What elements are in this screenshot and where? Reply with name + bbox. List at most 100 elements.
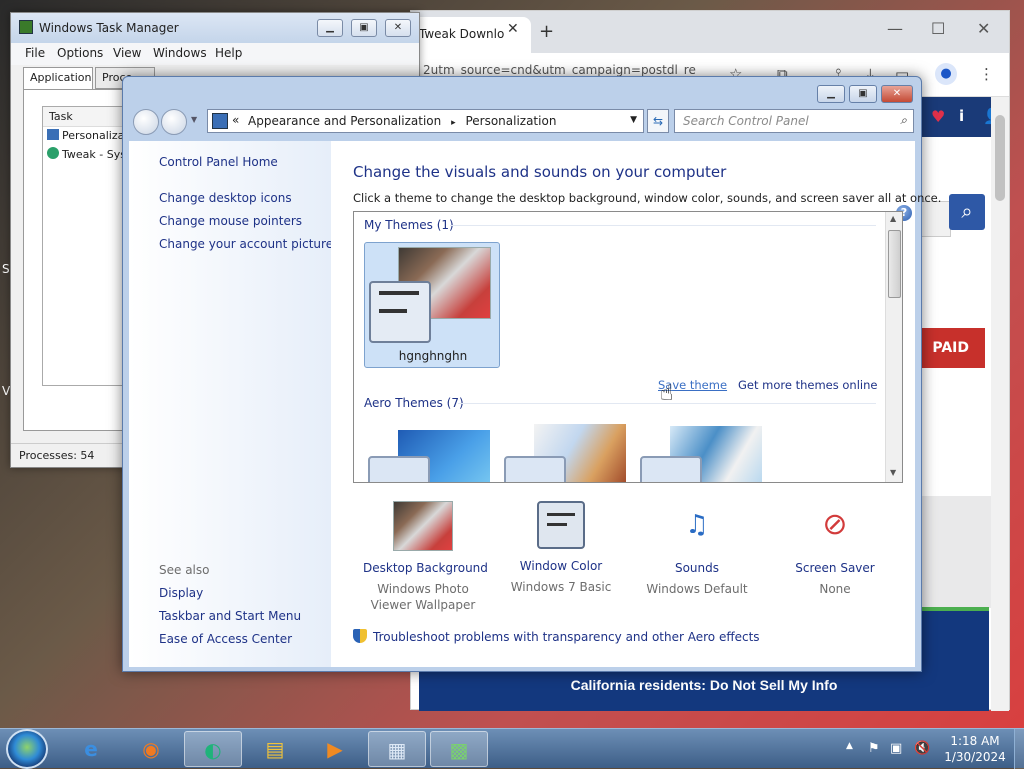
search-icon[interactable]: ⌕ (900, 113, 907, 128)
browser-menu-icon[interactable]: ⋮ (979, 65, 994, 83)
maximize-button[interactable]: ▣ (351, 19, 377, 37)
browser-minimize-button[interactable]: — (887, 19, 903, 38)
browser-maximize-button[interactable]: ☐ (931, 19, 945, 38)
recent-pages-chevron-icon[interactable]: ▼ (191, 115, 197, 124)
change-desktop-icons-link[interactable]: Change desktop icons (159, 191, 292, 205)
back-button[interactable] (133, 109, 159, 135)
desktop-background-link[interactable]: Desktop Background (363, 561, 488, 575)
desktop-background-item[interactable]: Desktop Background Windows Photo Viewer … (363, 501, 488, 613)
theme-window-bar (379, 291, 419, 295)
site-search-input[interactable] (921, 201, 951, 237)
firefox-icon[interactable]: ◉ (122, 731, 180, 767)
task-manager-icon[interactable]: ▩ (430, 731, 488, 767)
menu-windows[interactable]: Windows (153, 46, 207, 60)
main-content: ? Change the visuals and sounds on your … (331, 141, 941, 667)
refresh-button[interactable]: ⇆ (647, 109, 669, 133)
address-bar[interactable]: 2utm_source=cnd&utm_campaign=postdl_re (423, 63, 696, 77)
media-player-icon[interactable]: ▶ (306, 731, 364, 767)
window-color-icon (537, 501, 585, 549)
my-theme-tile[interactable]: hgnghnghn (364, 242, 500, 368)
menu-options[interactable]: Options (57, 46, 103, 60)
explorer-icon[interactable]: ▤ (246, 731, 304, 767)
change-mouse-pointers-link[interactable]: Change mouse pointers (159, 214, 302, 228)
profile-avatar-icon[interactable]: ● (935, 63, 957, 85)
display-link[interactable]: Display (159, 586, 203, 600)
clock[interactable]: 1:18 AM 1/30/2024 (940, 733, 1010, 765)
theme-window-line (379, 309, 407, 313)
scroll-down-icon[interactable]: ▼ (890, 468, 896, 477)
task-manager-icon (19, 20, 33, 34)
aero-theme-characters[interactable] (640, 426, 766, 482)
scroll-up-icon[interactable]: ▲ (890, 214, 896, 223)
breadcrumb-overflow[interactable]: « (232, 113, 239, 127)
address-breadcrumb[interactable]: « Appearance and Personalization ▸ Perso… (207, 109, 644, 133)
minimize-button[interactable]: ▁ (317, 19, 343, 37)
footer-notice: California residents: Do Not Sell My Inf… (419, 677, 989, 693)
maximize-button[interactable]: ▣ (849, 85, 877, 103)
tab-applications[interactable]: Applications (23, 67, 93, 91)
info-icon[interactable]: i (959, 107, 964, 125)
taskbar-start-menu-link[interactable]: Taskbar and Start Menu (159, 609, 301, 623)
start-button[interactable] (6, 729, 48, 769)
menu-file[interactable]: File (25, 46, 45, 60)
search-icon[interactable]: ⌕ (949, 194, 985, 230)
address-dropdown-icon[interactable]: ▼ (630, 115, 637, 125)
menu-help[interactable]: Help (215, 46, 242, 60)
theme-scrollbar-thumb[interactable] (888, 230, 901, 298)
sounds-item[interactable]: ♫ Sounds Windows Default (637, 501, 757, 597)
new-tab-button[interactable]: + (539, 21, 554, 42)
menu-view[interactable]: View (113, 46, 141, 60)
theme-scrollbar[interactable]: ▲ ▼ (885, 212, 902, 482)
aero-themes-heading: Aero Themes (7) (364, 396, 464, 410)
change-account-picture-link[interactable]: Change your account picture (159, 237, 333, 251)
aero-theme-windows7[interactable] (368, 430, 494, 482)
task-manager-title: Windows Task Manager (39, 21, 179, 35)
troubleshoot-link[interactable]: Troubleshoot problems with transparency … (353, 629, 760, 644)
page-subtitle: Click a theme to change the desktop back… (353, 191, 942, 205)
browser-tab-title: Tweak Downlo (419, 27, 505, 41)
tab-close-icon[interactable]: ✕ (507, 21, 519, 37)
browser-close-button[interactable]: ✕ (977, 19, 990, 38)
browser-scrollbar-thumb[interactable] (995, 115, 1005, 201)
do-not-sell-link[interactable]: Do Not Sell My Info (710, 677, 838, 693)
list-item[interactable]: Tweak - Sys (47, 147, 126, 161)
desktop-background-value: Windows Photo Viewer Wallpaper (370, 582, 476, 612)
control-panel-home-link[interactable]: Control Panel Home (159, 155, 278, 169)
minimize-button[interactable]: ▁ (817, 85, 845, 103)
forward-button[interactable] (161, 109, 187, 135)
edge-icon[interactable]: ◐ (184, 731, 242, 767)
get-more-themes-link[interactable]: Get more themes online (738, 378, 877, 392)
system-tray: ▲ ⚑ ▣ 🔇 1:18 AM 1/30/2024 (840, 729, 1024, 769)
internet-explorer-icon[interactable]: e (62, 731, 120, 767)
heart-icon[interactable]: ♥ (931, 107, 945, 126)
hand-cursor-icon: ☝ (660, 381, 674, 406)
theme-window-thumbnail (368, 456, 430, 482)
breadcrumb-separator-icon[interactable]: ▸ (451, 118, 456, 128)
show-hidden-icons-icon[interactable]: ▲ (846, 741, 853, 751)
show-desktop-button[interactable] (1014, 729, 1024, 769)
window-color-item[interactable]: Window Color Windows 7 Basic (501, 501, 621, 595)
sounds-link[interactable]: Sounds (637, 561, 757, 575)
sounds-icon: ♫ (685, 510, 709, 540)
breadcrumb-appearance[interactable]: Appearance and Personalization (248, 114, 441, 128)
paid-badge[interactable]: PAID (921, 328, 985, 368)
group-divider (450, 225, 876, 226)
control-panel-icon[interactable]: ▦ (368, 731, 426, 767)
ease-of-access-link[interactable]: Ease of Access Center (159, 632, 292, 646)
search-input[interactable]: Search Control Panel ⌕ (674, 109, 914, 133)
close-button[interactable]: ✕ (385, 19, 411, 37)
network-icon[interactable]: ▣ (890, 741, 902, 756)
breadcrumb-personalization[interactable]: Personalization (465, 114, 556, 128)
screen-saver-item[interactable]: ⊘ Screen Saver None (775, 501, 895, 597)
clock-date: 1/30/2024 (944, 750, 1006, 764)
task-manager-titlebar[interactable]: Windows Task Manager ▁ ▣ ✕ (11, 13, 419, 43)
screen-saver-link[interactable]: Screen Saver (775, 561, 895, 575)
desktop-side-letter: S (2, 262, 10, 276)
window-color-link[interactable]: Window Color (501, 559, 621, 573)
volume-muted-icon[interactable]: 🔇 (914, 741, 930, 756)
action-center-flag-icon[interactable]: ⚑ (868, 741, 880, 756)
list-item[interactable]: Personalizat (47, 129, 129, 142)
close-button[interactable]: ✕ (881, 85, 913, 103)
footer-prefix: California residents: (570, 677, 706, 693)
aero-theme-architecture[interactable] (504, 424, 630, 482)
